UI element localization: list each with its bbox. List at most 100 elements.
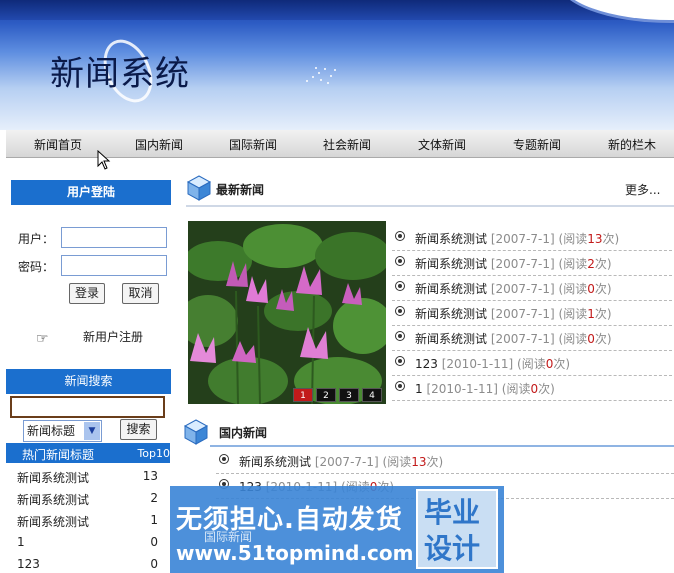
password-input[interactable] xyxy=(61,255,167,276)
nav-item-society[interactable]: 社会新闻 xyxy=(323,136,371,153)
news-title[interactable]: 新闻系统测试 xyxy=(415,257,487,271)
sparkle-decoration xyxy=(300,64,340,86)
hot-news-row[interactable]: 新闻系统测试 2 xyxy=(6,487,170,509)
news-date: [2010-1-11] xyxy=(426,382,498,396)
read-count: 0 xyxy=(587,332,595,346)
bullet-icon xyxy=(395,281,405,291)
news-title[interactable]: 新闻系统测试 xyxy=(239,455,311,469)
news-date: [2007-7-1] xyxy=(490,257,555,271)
username-label: 用户： xyxy=(18,232,55,246)
search-input[interactable] xyxy=(10,396,165,418)
news-title[interactable]: 新闻系统测试 xyxy=(415,332,487,346)
hot-news-row-title: 新闻系统测试 xyxy=(17,471,90,485)
photo-pager: 1 2 3 4 xyxy=(290,388,382,402)
bullet-icon xyxy=(395,306,405,316)
bullet-icon xyxy=(395,356,405,366)
latest-news-item[interactable]: 123 [2010-1-11] (阅读0次) xyxy=(392,351,672,376)
hot-news-row-count: 2 xyxy=(150,491,158,505)
latest-news-item[interactable]: 1 [2010-1-11] (阅读0次) xyxy=(392,376,672,401)
site-title: 新闻系统 xyxy=(50,54,190,94)
login-button[interactable]: 登录 xyxy=(69,283,105,304)
read-label: (阅读 xyxy=(558,257,588,271)
photo-page-1[interactable]: 1 xyxy=(293,388,313,402)
bullet-icon xyxy=(395,381,405,391)
hot-news-row-title: 1 xyxy=(17,535,25,549)
hot-news-top-label: Top10 xyxy=(137,447,170,460)
search-field-select[interactable]: 新闻标题 ▼ xyxy=(23,420,102,442)
nav-item-international[interactable]: 国际新闻 xyxy=(229,136,277,153)
nav-item-new-column[interactable]: 新的栏木 xyxy=(608,136,656,153)
read-label: (阅读 xyxy=(517,357,546,371)
news-date: [2010-1-11] xyxy=(441,357,514,371)
latest-news-item[interactable]: 新闻系统测试 [2007-7-1] (阅读2次) xyxy=(392,251,672,276)
cancel-button[interactable]: 取消 xyxy=(122,283,159,304)
hot-news-row-count: 0 xyxy=(150,557,158,571)
news-title[interactable]: 新闻系统测试 xyxy=(415,232,487,246)
login-panel-title: 用户登陆 xyxy=(11,180,171,205)
lotus-flower-image xyxy=(188,221,386,404)
news-date: [2007-7-1] xyxy=(490,282,555,296)
nav-item-sports-culture[interactable]: 文体新闻 xyxy=(418,136,466,153)
read-count: 1 xyxy=(587,307,595,321)
nav-item-special[interactable]: 专题新闻 xyxy=(513,136,561,153)
hot-news-row-title: 123 xyxy=(17,557,40,571)
read-suffix: 次) xyxy=(602,232,620,246)
read-label: (阅读 xyxy=(558,282,588,296)
hot-news-row[interactable]: 123 0 xyxy=(6,553,170,573)
read-label: (阅读 xyxy=(382,455,412,469)
photo-page-2[interactable]: 2 xyxy=(316,388,336,402)
read-count: 2 xyxy=(587,257,595,271)
photo-page-3[interactable]: 3 xyxy=(339,388,359,402)
read-count: 13 xyxy=(411,455,427,469)
bullet-icon xyxy=(395,231,405,241)
watermark-badge-line2: 设计 xyxy=(424,532,481,565)
read-label: (阅读 xyxy=(501,382,531,396)
news-title[interactable]: 新闻系统测试 xyxy=(415,307,487,321)
hot-news-row-count: 0 xyxy=(150,535,158,549)
read-count: 0 xyxy=(530,382,539,396)
nav-item-domestic[interactable]: 国内新闻 xyxy=(135,136,183,153)
news-title[interactable]: 新闻系统测试 xyxy=(415,282,487,296)
photo-page-4[interactable]: 4 xyxy=(362,388,382,402)
news-title[interactable]: 123 xyxy=(415,357,438,371)
news-date: [2007-7-1] xyxy=(490,232,555,246)
featured-photo[interactable]: 1 2 3 4 xyxy=(188,221,386,404)
search-button[interactable]: 搜索 xyxy=(120,419,157,440)
domestic-news-item[interactable]: 新闻系统测试 [2007-7-1] (阅读13次) xyxy=(216,449,674,474)
latest-news-item[interactable]: 新闻系统测试 [2007-7-1] (阅读0次) xyxy=(392,326,672,351)
bullet-icon xyxy=(395,256,405,266)
read-count: 13 xyxy=(587,232,603,246)
read-label: (阅读 xyxy=(558,332,588,346)
latest-news-item[interactable]: 新闻系统测试 [2007-7-1] (阅读1次) xyxy=(392,301,672,326)
latest-news-title: 最新新闻 xyxy=(216,183,265,197)
latest-news-item[interactable]: 新闻系统测试 [2007-7-1] (阅读13次) xyxy=(392,226,672,251)
news-title[interactable]: 1 xyxy=(415,382,423,396)
hot-news-row-count: 1 xyxy=(150,513,158,527)
read-suffix: 次) xyxy=(594,257,612,271)
hot-news-row[interactable]: 新闻系统测试 13 xyxy=(6,465,170,487)
news-date: [2007-7-1] xyxy=(314,455,379,469)
read-label: (阅读 xyxy=(558,232,588,246)
read-suffix: 次) xyxy=(553,357,571,371)
watermark-badge-line1: 毕业 xyxy=(424,496,481,529)
hot-news-title: 热门新闻标题 xyxy=(22,448,95,462)
username-input[interactable] xyxy=(61,227,167,248)
hot-news-row[interactable]: 1 0 xyxy=(6,531,170,553)
bullet-icon xyxy=(395,331,405,341)
hot-news-row-title: 新闻系统测试 xyxy=(17,515,90,529)
cube-icon xyxy=(183,419,209,445)
read-count: 0 xyxy=(587,282,595,296)
hot-news-header: 热门新闻标题 Top10 xyxy=(6,443,170,463)
latest-news-item[interactable]: 新闻系统测试 [2007-7-1] (阅读0次) xyxy=(392,276,672,301)
nav-item-home[interactable]: 新闻首页 xyxy=(34,136,82,153)
section-divider xyxy=(210,445,674,447)
banner-top-strip xyxy=(0,0,674,20)
password-label: 密码： xyxy=(18,260,55,274)
more-link[interactable]: 更多... xyxy=(625,181,660,198)
pointing-hand-icon: ☞ xyxy=(36,331,49,347)
watermark-badge: 毕业 设计 xyxy=(416,489,498,569)
international-news-title: 国际新闻 xyxy=(204,530,253,544)
hot-news-row[interactable]: 新闻系统测试 1 xyxy=(6,509,170,531)
read-suffix: 次) xyxy=(426,455,444,469)
register-link[interactable]: 新用户注册 xyxy=(83,328,143,345)
